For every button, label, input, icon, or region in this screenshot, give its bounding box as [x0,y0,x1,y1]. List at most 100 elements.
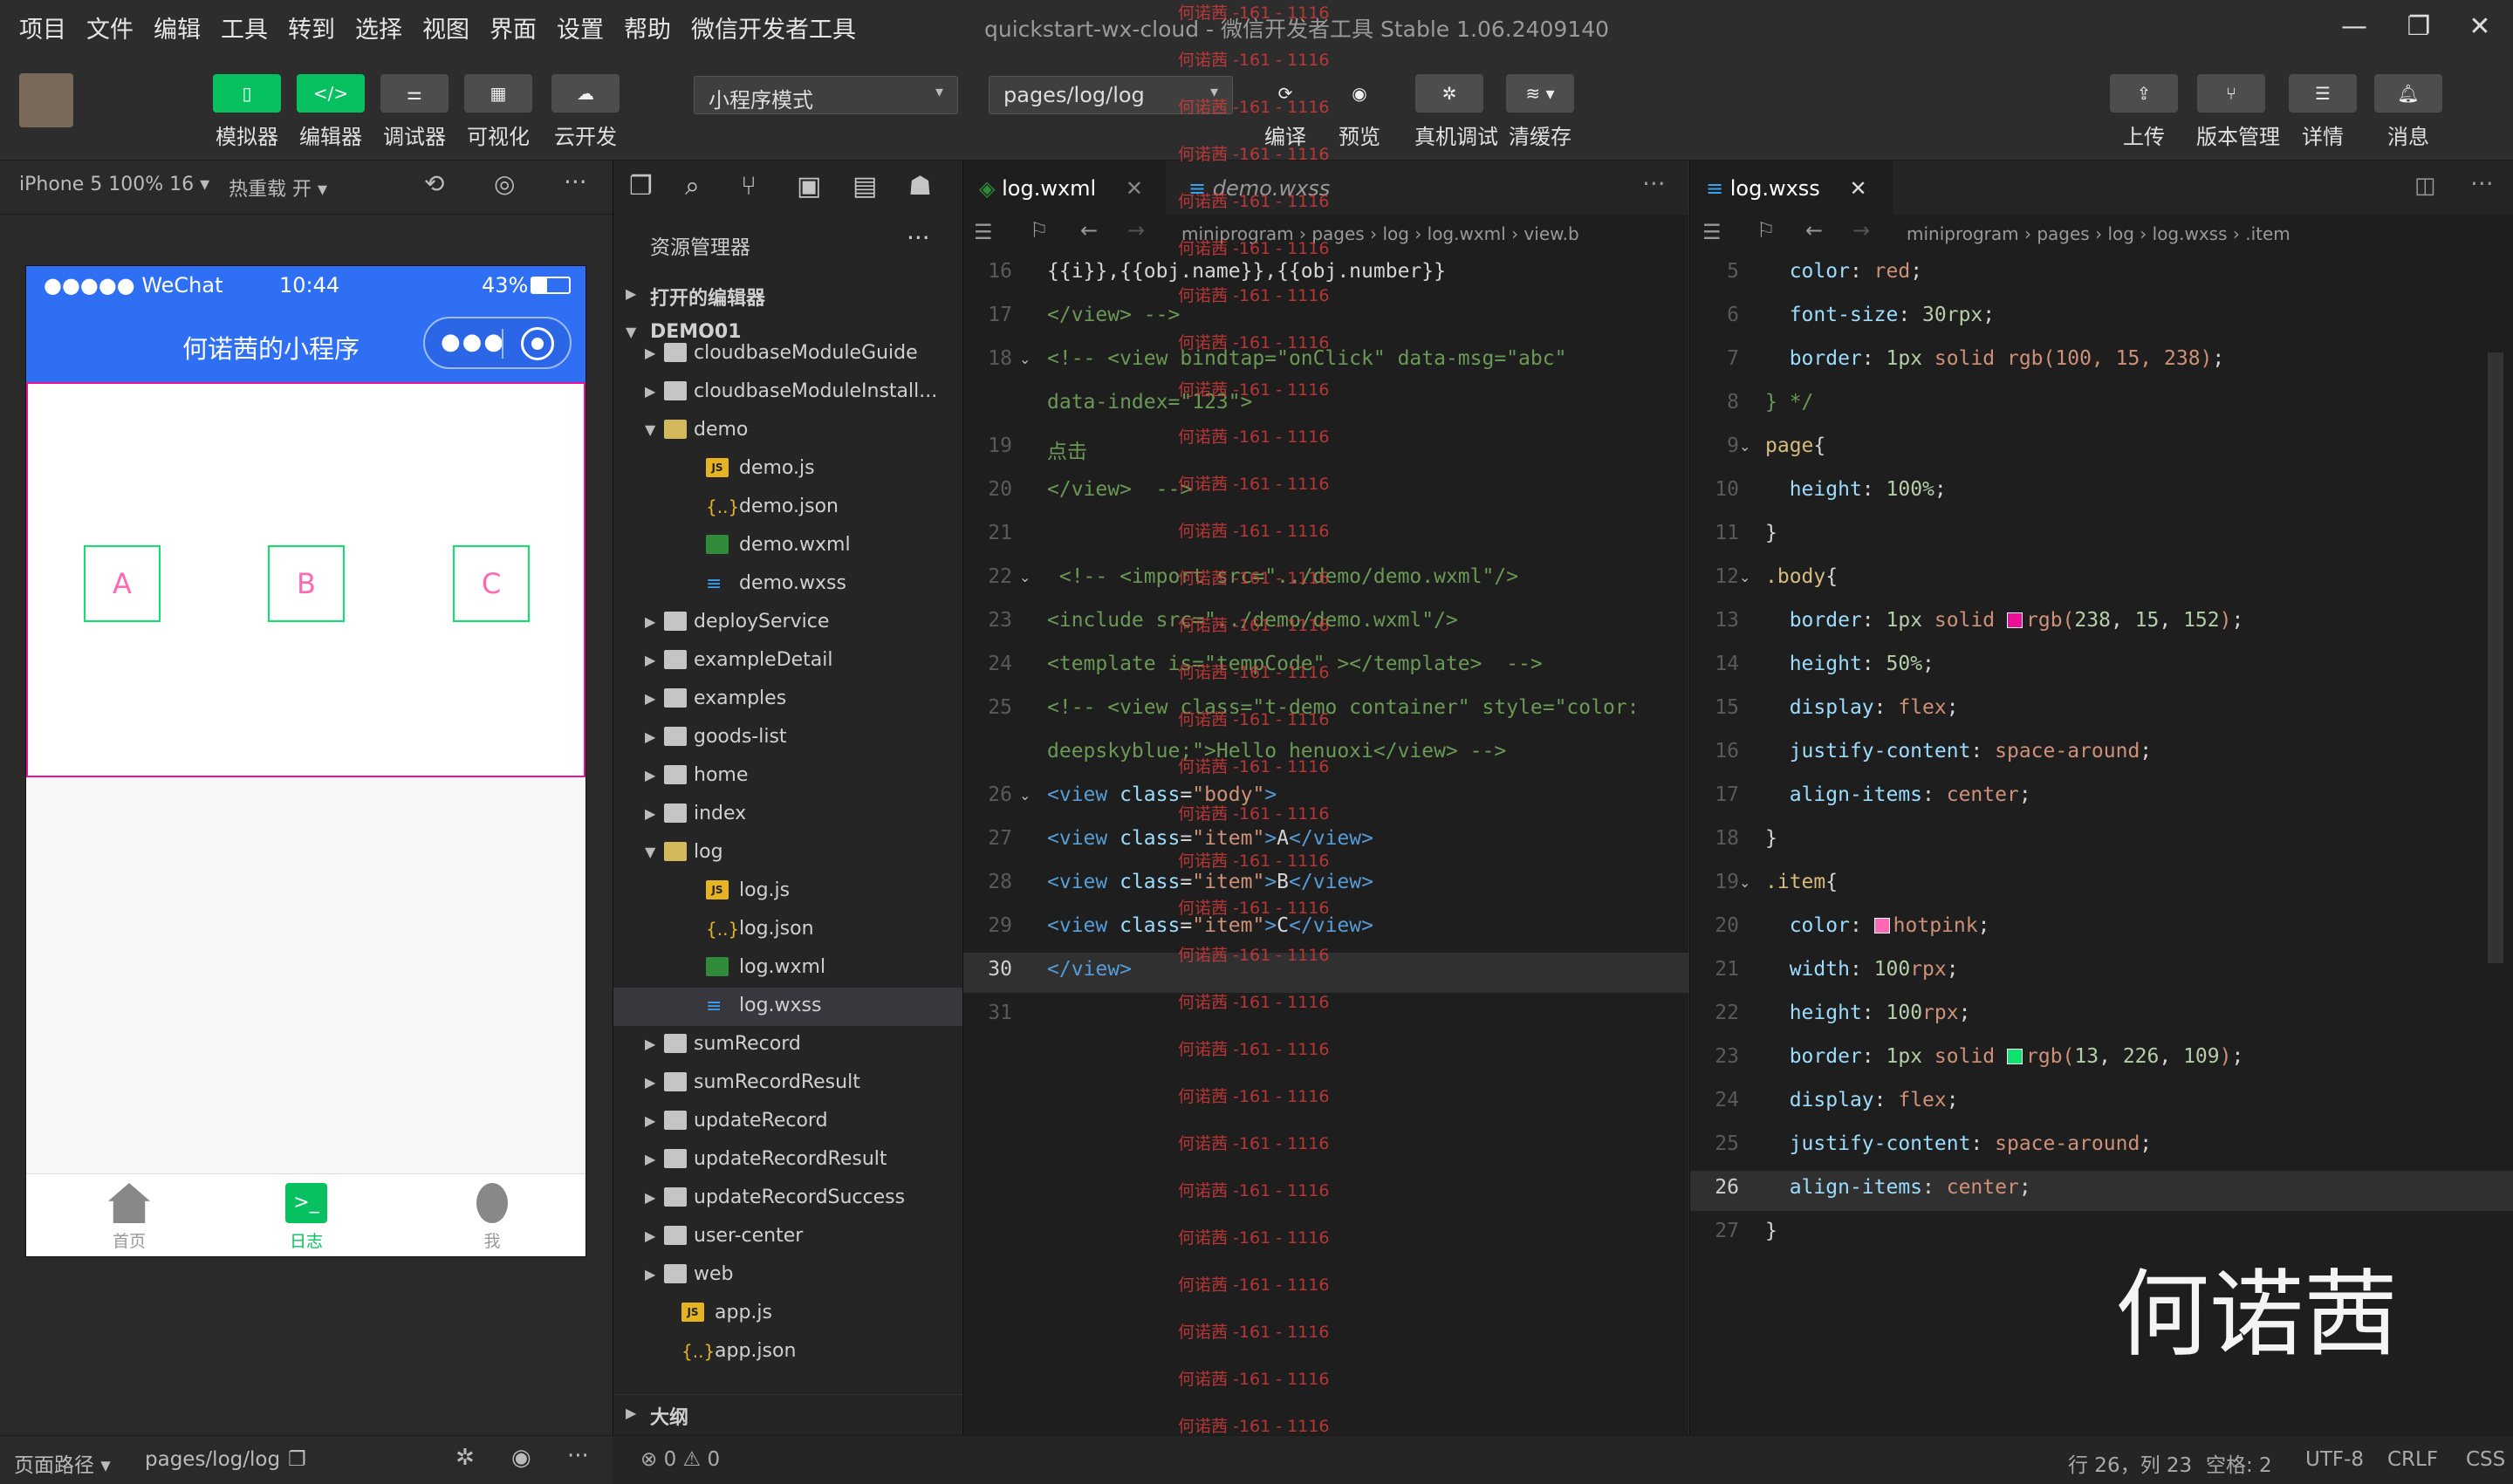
indent-setting[interactable]: 空格: 2 [2206,1448,2272,1478]
code-line[interactable]: display: flex; [1765,696,1959,719]
menu-item[interactable]: 选择 [355,10,402,44]
chevron-right-icon[interactable]: ▶ [645,613,655,630]
split-editor-icon[interactable]: ◫ [2399,161,2451,215]
details-button[interactable]: ☰ 详情 [2288,74,2358,149]
tree-item[interactable]: ▶ sumRecord [613,1026,962,1064]
bookmark-icon[interactable]: ⚐ [1756,218,1776,243]
tree-item[interactable]: JS app.js [613,1295,962,1333]
list-icon[interactable]: ☰ [974,220,993,244]
mode-select[interactable]: 小程序模式 [694,76,958,114]
code-line[interactable]: width: 100rpx; [1765,958,1959,981]
editor-more-icon[interactable]: ··· [1626,161,1679,215]
item-a[interactable]: A [84,545,161,622]
code-line[interactable]: height: 100%; [1765,478,1947,501]
fold-chevron-icon[interactable]: ⌄ [1019,569,1031,585]
preview-button[interactable]: ◉ 预览 [1325,74,1394,149]
page-path-label[interactable]: 页面路径 ▾ [14,1448,111,1478]
tree-item[interactable]: ▶ cloudbaseModuleGuide [613,335,962,373]
more-icon[interactable]: ··· [564,168,587,196]
code-line[interactable]: height: 50%; [1765,653,1934,675]
back-icon[interactable]: ← [1080,218,1098,243]
capsule-close-icon[interactable] [521,327,554,360]
forward-icon[interactable]: → [1852,218,1870,243]
upload-button[interactable]: ⇪ 上传 [2109,74,2179,149]
chevron-right-icon[interactable]: ▶ [645,1189,655,1206]
code-line[interactable]: display: flex; [1765,1089,1959,1111]
menu-item[interactable]: 工具 [221,10,268,44]
open-editors-section[interactable]: ▶ 打开的编辑器 [613,276,962,314]
fold-chevron-icon[interactable]: ⌄ [1739,874,1750,891]
fold-chevron-icon[interactable]: ⌄ [1739,569,1750,585]
chevron-right-icon[interactable]: ▶ [645,1112,655,1129]
tree-item[interactable]: log.wxml [613,949,962,988]
menu-item[interactable]: 界面 [490,10,537,44]
code-line[interactable]: <view class="item">C</view> [1047,914,1373,937]
capsule-button[interactable]: ●●● [423,317,572,369]
menu-item[interactable]: 帮助 [624,10,671,44]
bookmark-icon[interactable]: ⚐ [1030,218,1049,243]
stop-icon[interactable]: ◎ [494,169,515,198]
back-icon[interactable]: ← [1805,218,1823,243]
storage-icon[interactable]: ▤ [853,171,877,202]
code-line[interactable]: <view class="body"> [1047,783,1277,806]
item-b[interactable]: B [268,545,345,622]
tree-item[interactable]: ≡ log.wxss [613,988,962,1026]
code-line[interactable]: } [1765,827,1777,850]
code-line[interactable]: justify-content: space-around; [1765,740,2152,763]
search-icon[interactable]: ⌕ [685,171,700,202]
code-line[interactable]: font-size: 30rpx; [1765,304,1995,326]
fold-chevron-icon[interactable]: ⌄ [1739,438,1750,455]
code-line[interactable]: page{ [1765,434,1825,457]
scrollbar[interactable] [2488,352,2503,963]
code-line[interactable]: </view> [1047,958,1132,981]
tree-item[interactable]: {..} log.json [613,911,962,949]
tree-item[interactable]: ≡ app.wxss [613,1371,962,1382]
tree-item[interactable]: ▶ updateRecordSuccess [613,1180,962,1218]
chevron-right-icon[interactable]: ▶ [645,1151,655,1167]
tree-item[interactable]: demo.wxml [613,527,962,565]
chevron-right-icon[interactable]: ▶ [645,728,655,745]
chevron-right-icon[interactable]: ▶ [645,690,655,707]
code-line[interactable]: } */ [1765,391,1813,414]
menu-item[interactable]: 视图 [422,10,469,44]
code-line[interactable]: } [1765,522,1777,544]
fold-chevron-icon[interactable]: ⌄ [1019,787,1031,804]
code-line[interactable]: color: red; [1765,260,1922,283]
tree-item[interactable]: ▼ log [613,834,962,872]
code-line[interactable]: <!-- <view class="t-demo container" styl… [1047,696,1640,719]
tab-log-wxss[interactable]: ≡ log.wxss ✕ [1690,161,1893,215]
tree-item[interactable]: ▶ web [613,1256,962,1295]
forward-icon[interactable]: → [1127,218,1145,243]
code-line[interactable]: align-items: center; [1765,1176,2031,1199]
code-line[interactable]: 点击 [1047,434,1087,464]
encoding[interactable]: UTF-8 [2305,1448,2364,1471]
chevron-down-icon[interactable]: ▼ [645,844,655,860]
problems-count[interactable]: ⊗ 0 ⚠ 0 [640,1448,720,1471]
maximize-icon[interactable]: ❐ [2393,5,2445,49]
compile-button[interactable]: ⟳ 编译 [1250,74,1320,149]
docker-icon[interactable]: ☗ [908,171,932,202]
files-icon[interactable]: ❐ [629,171,653,202]
code-line[interactable]: border: 1px solid rgb(13, 226, 109); [1765,1045,2244,1068]
language-mode[interactable]: CSS [2466,1448,2505,1471]
page-select[interactable]: pages/log/log [989,76,1233,114]
tree-item[interactable]: ▶ user-center [613,1218,962,1256]
code-line[interactable]: deepskyblue;">Hello henuoxi</view> --> [1047,740,1506,763]
chevron-right-icon[interactable]: ▶ [645,1036,655,1052]
tree-item[interactable]: ▶ deployService [613,604,962,642]
tree-item[interactable]: JS log.js [613,872,962,911]
code-line[interactable]: <!-- <view bindtap="onClick" data-msg="a… [1047,347,1566,370]
copy-icon[interactable]: ❐ [288,1448,306,1471]
code-line[interactable]: <view class="item">A</view> [1047,827,1373,850]
code-line[interactable]: .body{ [1765,565,1838,588]
code-line[interactable]: border: 1px solid rgb(238, 15, 152); [1765,609,2244,632]
code-line[interactable]: align-items: center; [1765,783,2031,806]
close-tab-icon[interactable]: ✕ [1849,176,1866,201]
code-line[interactable]: {{i}},{{obj.name}},{{obj.number}} [1047,260,1446,283]
tree-item[interactable]: {..} app.json [613,1333,962,1371]
chevron-down-icon[interactable]: ▼ [645,421,655,438]
tree-item[interactable]: JS demo.js [613,450,962,489]
cloud-dev-button[interactable]: ☁ 云开发 [551,74,620,149]
menu-item[interactable]: 微信开发者工具 [691,10,856,44]
code-area[interactable]: 16 {{i}},{{obj.name}},{{obj.number}} 17 </v… [963,253,1689,1435]
